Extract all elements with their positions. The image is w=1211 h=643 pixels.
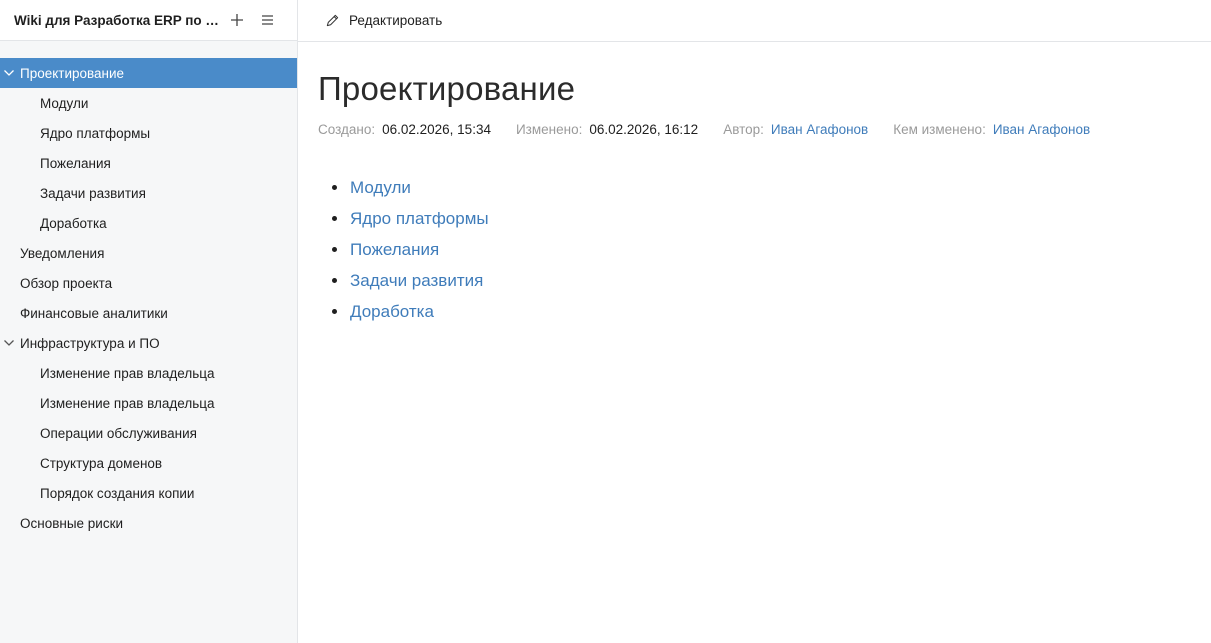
author-label: Автор: [723, 122, 764, 137]
tree-item-label: Основные риски [20, 515, 124, 531]
tree-item-label: Структура доменов [40, 455, 163, 471]
tree-item-proektirovanie[interactable]: Проектирование [0, 58, 297, 88]
tree-item-riski[interactable]: Основные риски [0, 508, 297, 538]
tree-item-label: Финансовые аналитики [20, 305, 168, 321]
edit-button[interactable]: Редактировать [325, 13, 442, 28]
list-item: Задачи развития [318, 265, 1198, 296]
bullet [332, 216, 337, 221]
tree-item-label: Задачи развития [40, 185, 146, 201]
tree-item-label: Порядок создания копии [40, 485, 195, 501]
page-meta: Создано: 06.02.2026, 15:34 Изменено: 06.… [318, 122, 1198, 137]
tree-item-poryadok[interactable]: Порядок создания копии [0, 478, 297, 508]
bullet [332, 185, 337, 190]
bullet [332, 247, 337, 252]
tree-item-izmenenie-prav-1[interactable]: Изменение прав владельца [0, 358, 297, 388]
child-page-link-dorabotka[interactable]: Доработка [350, 302, 434, 322]
tree-item-dorabotka[interactable]: Доработка [0, 208, 297, 238]
tree-item-izmenenie-prav-2[interactable]: Изменение прав владельца [0, 388, 297, 418]
page-title: Проектирование [318, 70, 576, 107]
created-value: 06.02.2026, 15:34 [382, 122, 491, 137]
modified-value: 06.02.2026, 16:12 [589, 122, 699, 137]
tree-item-infrastruktura[interactable]: Инфраструктура и ПО [0, 328, 297, 358]
bullet [332, 278, 337, 283]
child-page-link-zadachi[interactable]: Задачи развития [350, 271, 483, 291]
tree-item-label: Модули [40, 95, 89, 111]
child-page-link-yadro[interactable]: Ядро платформы [350, 209, 489, 229]
tree-item-label: Доработка [40, 215, 107, 231]
tree-item-label: Проектирование [20, 65, 125, 81]
tree-item-uvedomleniya[interactable]: Уведомления [0, 238, 297, 268]
tree-item-yadro[interactable]: Ядро платформы [0, 118, 297, 148]
tree-item-operatsii[interactable]: Операции обслуживания [0, 418, 297, 448]
list-item: Модули [318, 172, 1198, 203]
tree-item-struktura[interactable]: Структура доменов [0, 448, 297, 478]
edit-button-label: Редактировать [349, 13, 443, 28]
tree-item-label: Ядро платформы [40, 125, 151, 141]
tree-item-label: Изменение прав владельца [40, 365, 215, 381]
created-label: Создано: [318, 122, 376, 137]
child-pages-list: Модули Ядро платформы Пожелания Задачи р… [318, 172, 1198, 327]
tree-item-finansy[interactable]: Финансовые аналитики [0, 298, 297, 328]
tree-item-label: Изменение прав владельца [40, 395, 215, 411]
tree-item-label: Уведомления [20, 245, 105, 261]
list-item: Пожелания [318, 234, 1198, 265]
sidebar: Wiki для Разработка ERP по з... Проектир… [0, 0, 298, 643]
tree-item-label: Пожелания [40, 155, 111, 171]
modified-by-link[interactable]: Иван Агафонов [993, 122, 1090, 137]
tree-item-pozhelaniya[interactable]: Пожелания [0, 148, 297, 178]
chevron-down-icon[interactable] [3, 67, 15, 79]
sidebar-header: Wiki для Разработка ERP по з... [0, 0, 297, 41]
tree-item-zadachi[interactable]: Задачи развития [0, 178, 297, 208]
list-item: Ядро платформы [318, 203, 1198, 234]
toolbar: Редактировать [298, 0, 1211, 42]
child-page-link-moduli[interactable]: Модули [350, 178, 411, 198]
tree-item-label: Операции обслуживания [40, 425, 197, 441]
tree-item-label: Обзор проекта [20, 275, 113, 291]
page-content: Проектирование Создано: 06.02.2026, 15:3… [318, 42, 1198, 327]
child-page-link-pozhelaniya[interactable]: Пожелания [350, 240, 439, 260]
bullet [332, 309, 337, 314]
hamburger-icon[interactable] [256, 9, 278, 31]
chevron-down-icon[interactable] [3, 337, 15, 349]
wiki-title[interactable]: Wiki для Разработка ERP по з... [14, 13, 220, 28]
author-link[interactable]: Иван Агафонов [771, 122, 868, 137]
plus-icon[interactable] [226, 9, 248, 31]
page-tree: Проектирование Модули Ядро платформы Пож… [0, 58, 297, 538]
tree-item-obzor[interactable]: Обзор проекта [0, 268, 297, 298]
list-item: Доработка [318, 296, 1198, 327]
tree-item-moduli[interactable]: Модули [0, 88, 297, 118]
modified-by-label: Кем изменено: [893, 122, 986, 137]
pencil-icon [326, 14, 339, 27]
tree-item-label: Инфраструктура и ПО [20, 335, 160, 351]
modified-label: Изменено: [515, 122, 583, 137]
